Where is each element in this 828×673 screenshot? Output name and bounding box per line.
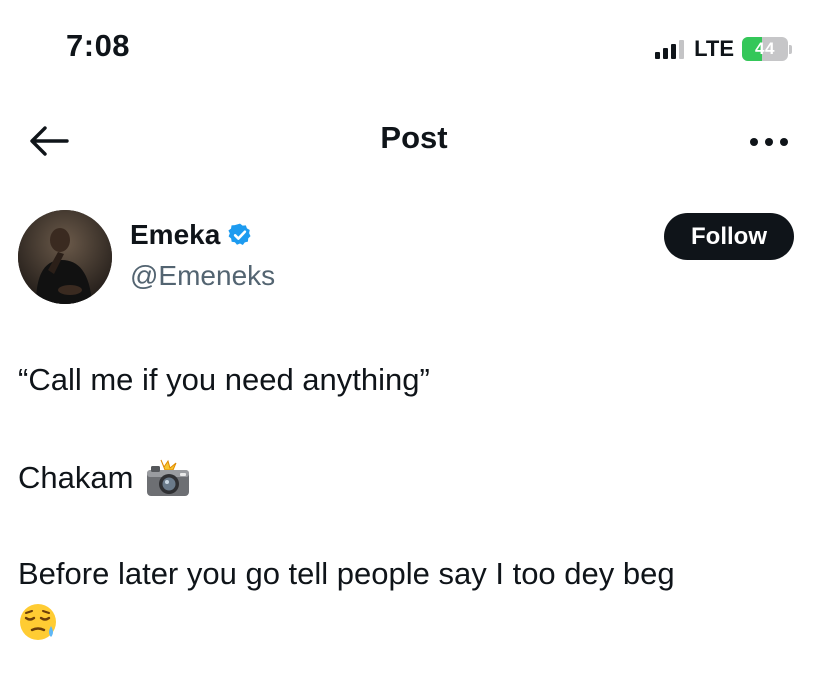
cellular-signal-icon [655,39,685,59]
tweet-text-line-1: “Call me if you need anything” [18,362,430,397]
battery-icon: 44 [742,37,792,61]
more-horizontal-icon [750,138,788,146]
verified-badge-icon [228,223,251,245]
avatar[interactable] [18,210,112,304]
tweet-text-line-3: Before later you go tell people say I to… [18,556,675,591]
camera-with-flash-icon [147,459,190,496]
tweet-line-3: Before later you go tell people say I to… [18,556,675,592]
tweet-line-2: Chakam [18,458,191,498]
more-options-button[interactable] [746,124,792,160]
status-time: 7:08 [66,28,131,63]
avatar-image [18,210,112,304]
status-indicators: LTE 44 [655,36,792,62]
page-title: Post [380,120,448,155]
battery-level: 44 [755,39,775,58]
tweet-text-line-2: Chakam [18,460,134,495]
follow-button[interactable]: Follow [664,213,794,260]
tweet-line-4 [18,602,60,642]
sleepy-face-icon [20,604,56,640]
author-handle[interactable]: @Emeneks [130,260,275,292]
author-name-text: Emeka [130,219,221,250]
network-type: LTE [694,36,734,61]
tweet-line-1: “Call me if you need anything” [18,362,430,398]
author-name[interactable]: Emeka [130,219,253,251]
